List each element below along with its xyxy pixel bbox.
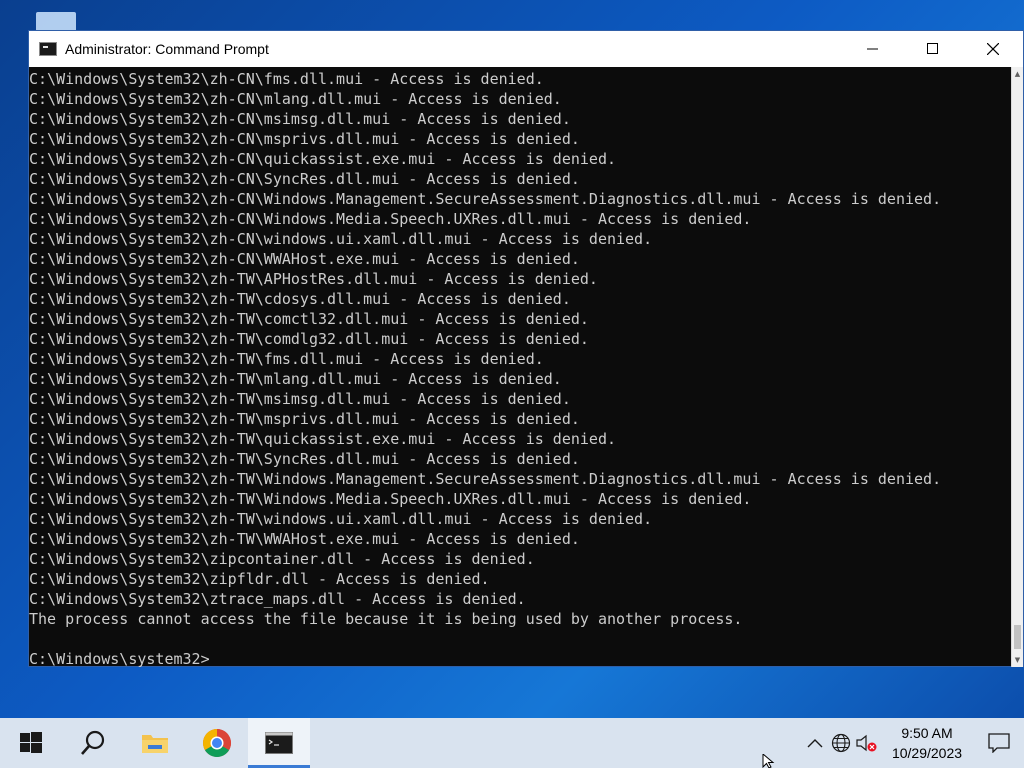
console-line: C:\Windows\System32\zh-CN\windows.ui.xam… xyxy=(29,230,653,248)
network-button[interactable] xyxy=(828,718,854,768)
minimize-icon xyxy=(867,48,878,50)
chrome-button[interactable] xyxy=(186,718,248,768)
start-button[interactable] xyxy=(0,718,62,768)
console-line: C:\Windows\System32\zh-CN\SyncRes.dll.mu… xyxy=(29,170,580,188)
console-line: C:\Windows\System32\zh-TW\quickassist.ex… xyxy=(29,430,616,448)
console-line: C:\Windows\System32\zh-TW\comctl32.dll.m… xyxy=(29,310,589,328)
console-line: C:\Windows\System32\zh-TW\WWAHost.exe.mu… xyxy=(29,530,580,548)
mouse-cursor-icon xyxy=(762,754,775,768)
clock-date: 10/29/2023 xyxy=(891,745,963,761)
console-line: C:\Windows\System32\zh-TW\comdlg32.dll.m… xyxy=(29,330,589,348)
volume-button[interactable] xyxy=(854,718,880,768)
vertical-scrollbar[interactable]: ▲ ▼ xyxy=(1011,67,1023,667)
command-prompt-window[interactable]: Administrator: Command Prompt C:\Windows… xyxy=(28,30,1024,667)
console-line: C:\Windows\System32\zh-TW\mlang.dll.mui … xyxy=(29,370,562,388)
search-icon xyxy=(81,730,105,755)
console-line: C:\Windows\System32\zh-TW\fms.dll.mui - … xyxy=(29,350,544,368)
console-line: C:\Windows\System32\zh-CN\WWAHost.exe.mu… xyxy=(29,250,580,268)
console-line: C:\Windows\System32\zh-CN\msimsg.dll.mui… xyxy=(29,110,571,128)
console-line: C:\Windows\System32\zh-CN\Windows.Manage… xyxy=(29,190,942,208)
system-tray: 9:50 AM 10/29/2023 xyxy=(802,718,1024,768)
console-line: C:\Windows\System32\zh-TW\msprivs.dll.mu… xyxy=(29,410,580,428)
folder-icon xyxy=(142,735,168,753)
console-line: C:\Windows\System32\zh-TW\Windows.Media.… xyxy=(29,490,752,508)
chevron-up-icon xyxy=(807,739,823,748)
maximize-icon xyxy=(927,43,938,54)
minimize-button[interactable] xyxy=(843,31,903,67)
globe-icon xyxy=(831,733,851,753)
scroll-up-button[interactable]: ▲ xyxy=(1012,67,1023,81)
scroll-thumb[interactable] xyxy=(1014,625,1021,649)
command-prompt-line[interactable]: C:\Windows\system32> xyxy=(29,649,1013,667)
command-prompt-icon xyxy=(265,732,293,754)
search-button[interactable] xyxy=(62,718,124,768)
console-line: C:\Windows\System32\zipcontainer.dll - A… xyxy=(29,550,535,568)
console-line: C:\Windows\System32\zh-CN\msprivs.dll.mu… xyxy=(29,130,580,148)
notifications-button[interactable] xyxy=(974,718,1024,768)
show-hidden-icons-button[interactable] xyxy=(802,718,828,768)
command-prompt-icon xyxy=(39,42,57,56)
chrome-icon xyxy=(203,729,231,757)
console-line: C:\Windows\System32\zh-TW\msimsg.dll.mui… xyxy=(29,390,571,408)
file-explorer-button[interactable] xyxy=(124,718,186,768)
notification-icon xyxy=(988,733,1010,753)
console-line: C:\Windows\System32\ztrace_maps.dll - Ac… xyxy=(29,590,526,608)
taskbar: 9:50 AM 10/29/2023 xyxy=(0,718,1024,768)
console-line: C:\Windows\System32\zh-TW\windows.ui.xam… xyxy=(29,510,653,528)
console-line: The process cannot access the file becau… xyxy=(29,610,743,628)
console-line: C:\Windows\System32\zipfldr.dll - Access… xyxy=(29,570,490,588)
clock[interactable]: 9:50 AM 10/29/2023 xyxy=(880,723,974,763)
window-title: Administrator: Command Prompt xyxy=(65,41,269,57)
title-bar[interactable]: Administrator: Command Prompt xyxy=(29,31,1023,67)
close-icon xyxy=(987,43,999,55)
close-button[interactable] xyxy=(963,31,1023,67)
console-line: C:\Windows\System32\zh-TW\SyncRes.dll.mu… xyxy=(29,450,580,468)
clock-time: 9:50 AM xyxy=(901,725,953,741)
console-line: C:\Windows\System32\zh-TW\cdosys.dll.mui… xyxy=(29,290,571,308)
console-line: C:\Windows\System32\zh-TW\APHostRes.dll.… xyxy=(29,270,598,288)
console-output[interactable]: C:\Windows\System32\zh-CN\fms.dll.mui - … xyxy=(29,67,1013,667)
console-line: C:\Windows\System32\zh-CN\Windows.Media.… xyxy=(29,210,752,228)
speaker-muted-icon xyxy=(856,734,877,752)
scroll-down-button[interactable]: ▼ xyxy=(1012,653,1023,667)
console-line: C:\Windows\System32\zh-TW\Windows.Manage… xyxy=(29,470,942,488)
console-line: C:\Windows\System32\zh-CN\fms.dll.mui - … xyxy=(29,70,544,88)
desktop-recycle-bin-icon[interactable] xyxy=(36,12,76,32)
console-line: C:\Windows\System32\zh-CN\quickassist.ex… xyxy=(29,150,616,168)
command-prompt-taskbar-button[interactable] xyxy=(248,718,310,768)
windows-logo-icon xyxy=(20,732,42,753)
maximize-button[interactable] xyxy=(903,31,963,67)
console-line: C:\Windows\System32\zh-CN\mlang.dll.mui … xyxy=(29,90,562,108)
